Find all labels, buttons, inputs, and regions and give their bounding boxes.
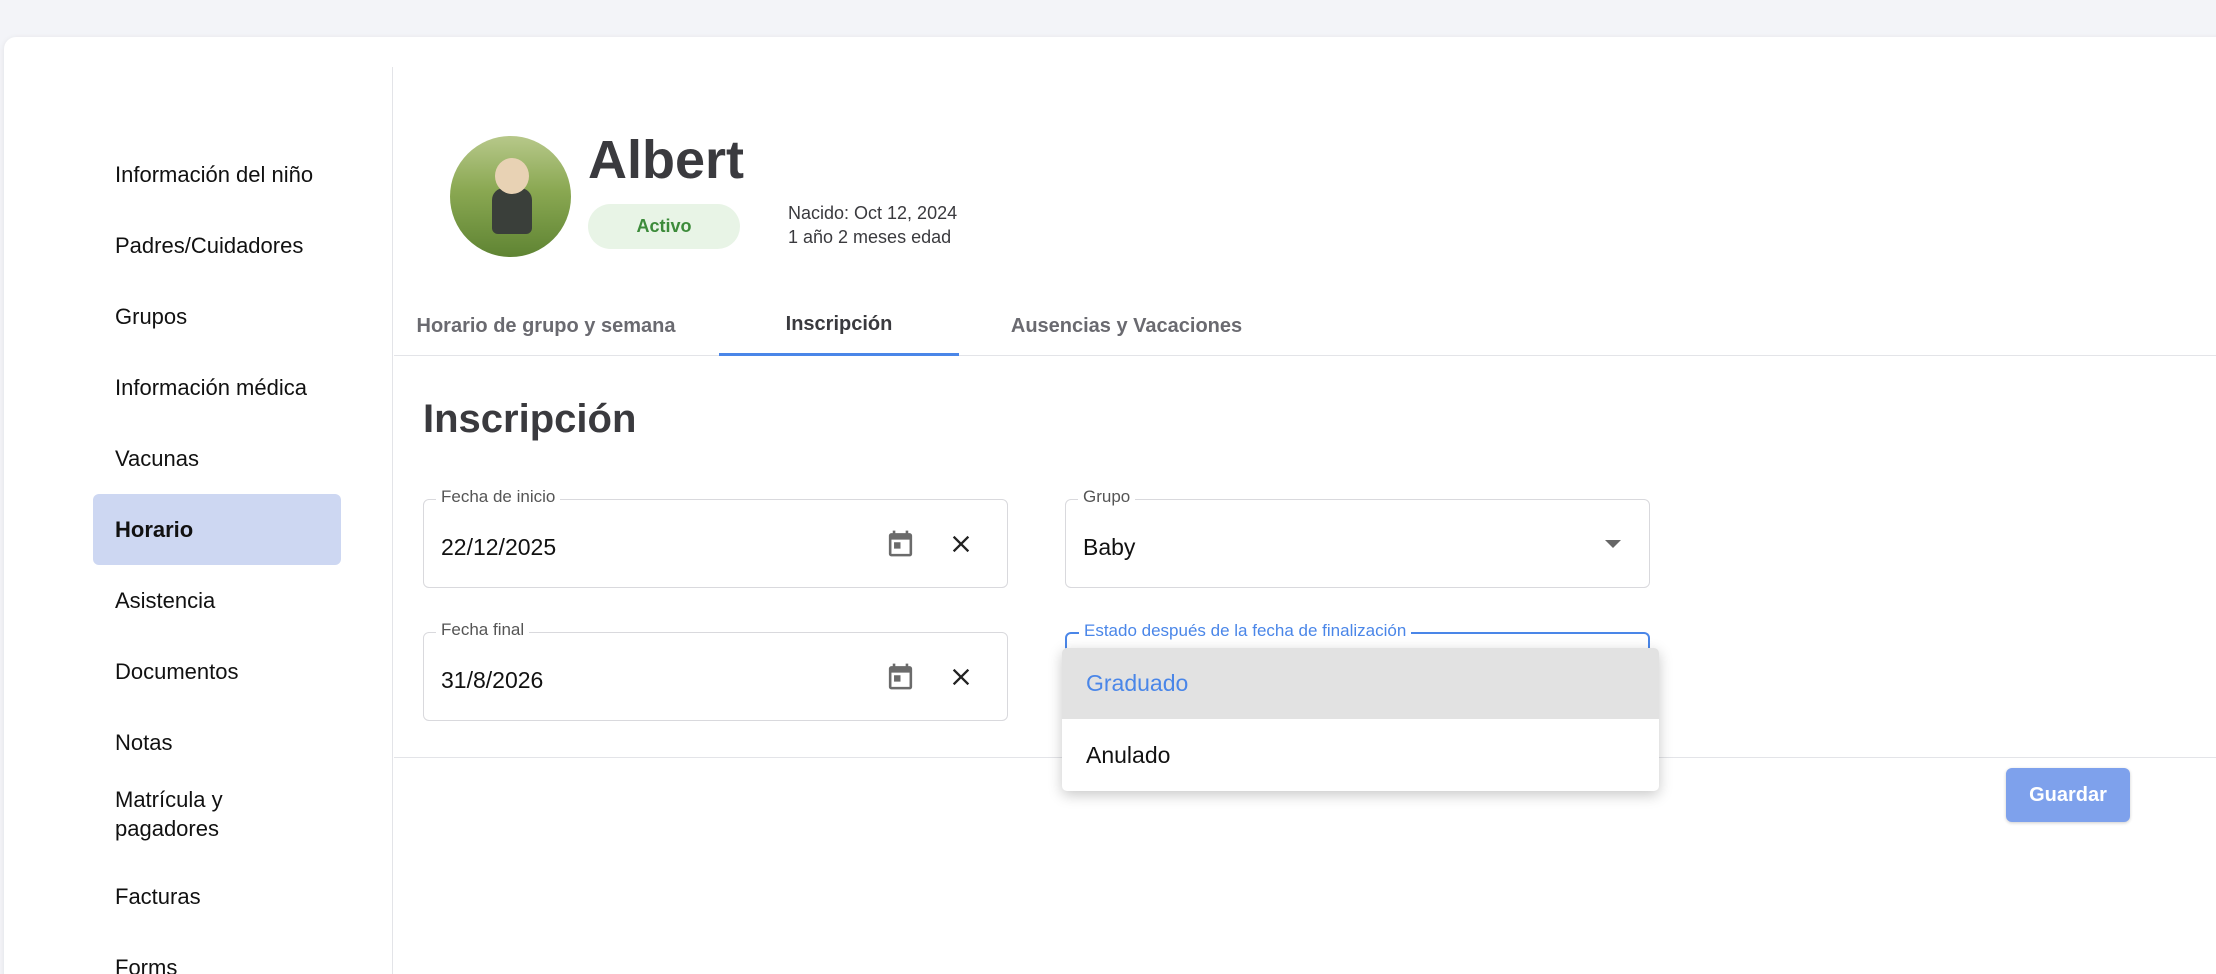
sidebar-item-documents[interactable]: Documentos [93,636,341,707]
sidebar-item-groups[interactable]: Grupos [93,281,341,352]
group-select[interactable]: Grupo Baby [1065,487,1650,588]
sidebar-item-notes[interactable]: Notas [93,707,341,778]
birth-date: Nacido: Oct 12, 2024 [788,203,958,223]
option-cancelled[interactable]: Anulado [1062,719,1659,791]
status-badge: Activo [588,204,740,249]
tab-bar: Horario de grupo y semana Inscripción Au… [394,296,2216,356]
sidebar-item-attendance[interactable]: Asistencia [93,565,341,636]
sidebar-item-forms[interactable]: Forms [93,932,341,974]
calendar-icon[interactable] [885,528,916,559]
option-graduated[interactable]: Graduado [1062,648,1659,719]
birth-info: Nacido: Oct 12, 2024 1 año 2 meses edad [788,201,957,249]
close-icon[interactable] [947,530,975,558]
status-after-end-label: Estado después de la fecha de finalizaci… [1079,621,1412,641]
sidebar-item-invoices[interactable]: Facturas [93,861,341,932]
sidebar: Información del niño Padres/Cuidadores G… [4,67,393,974]
app-card: Información del niño Padres/Cuidadores G… [4,37,2216,974]
child-name: Albert [588,130,745,190]
sidebar-item-medical[interactable]: Información médica [93,352,341,423]
start-date-field[interactable]: Fecha de inicio 22/12/2025 [423,487,1008,588]
group-value[interactable]: Baby [1083,534,1135,561]
age-text: 1 año 2 meses edad [788,227,952,247]
sidebar-item-schedule[interactable]: Horario [93,494,341,565]
start-date-value[interactable]: 22/12/2025 [441,534,556,561]
end-date-field[interactable]: Fecha final 31/8/2026 [423,620,1008,721]
sidebar-item-vaccines[interactable]: Vacunas [93,423,341,494]
tab-group-schedule[interactable]: Horario de grupo y semana [416,296,676,356]
caret-down-icon[interactable] [1605,540,1621,548]
section-title: Inscripción [423,397,637,441]
avatar [450,136,571,257]
start-date-label: Fecha de inicio [436,487,561,507]
tab-enrollment[interactable]: Inscripción [719,296,959,356]
end-date-value[interactable]: 31/8/2026 [441,667,543,694]
sidebar-item-parents[interactable]: Padres/Cuidadores [93,210,341,281]
group-label: Grupo [1078,487,1136,507]
sidebar-item-tuition[interactable]: Matrícula y pagadores [93,778,293,849]
end-date-label: Fecha final [436,620,530,640]
calendar-icon[interactable] [885,661,916,692]
main-content: Albert Activo Nacido: Oct 12, 2024 1 año… [394,37,2216,974]
status-dropdown-menu: Graduado Anulado [1062,648,1659,791]
close-icon[interactable] [947,663,975,691]
tab-absences[interactable]: Ausencias y Vacaciones [994,296,1259,356]
save-button[interactable]: Guardar [2006,768,2130,822]
sidebar-item-child-info[interactable]: Información del niño [93,139,341,210]
